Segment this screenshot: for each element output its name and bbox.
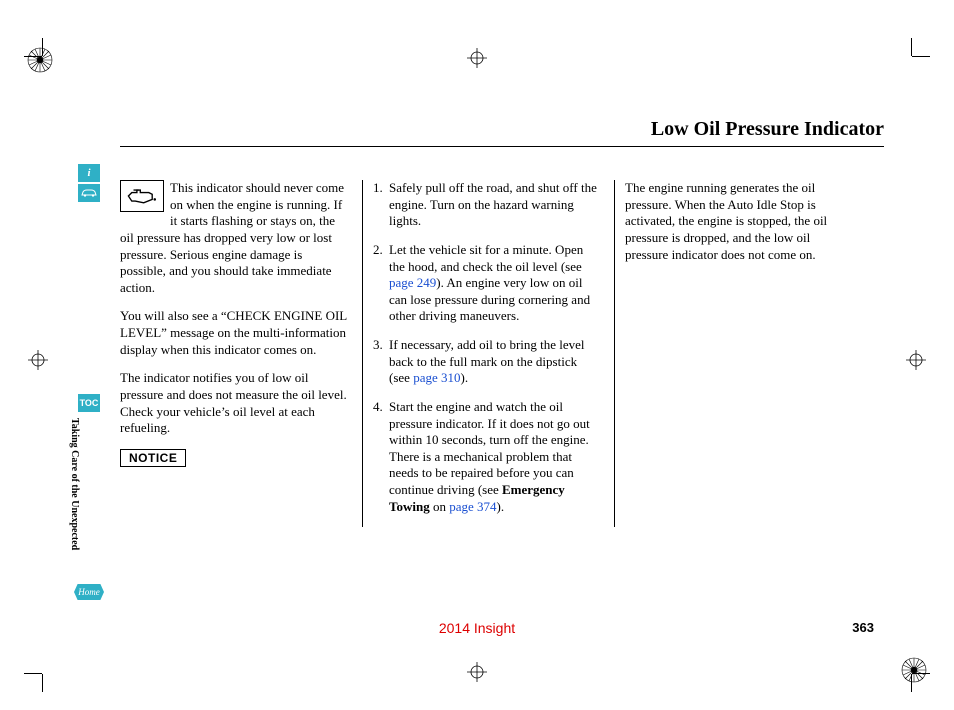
step-item: Let the vehicle sit for a minute. Open t… xyxy=(373,242,600,325)
step-text: Safely pull off the road, and shut off t… xyxy=(389,180,597,228)
body-text: The indicator notifies you of low oil pr… xyxy=(120,370,348,437)
step-item: If necessary, add oil to bring the level… xyxy=(373,337,600,387)
car-button[interactable] xyxy=(78,184,100,202)
oil-pressure-icon xyxy=(120,180,164,212)
step-item: Start the engine and watch the oil press… xyxy=(373,399,600,515)
toc-label: TOC xyxy=(80,398,99,408)
column-1: This indicator should never come on when… xyxy=(120,180,348,527)
crop-mark xyxy=(34,656,60,682)
page-link[interactable]: page 374 xyxy=(449,499,496,514)
registration-mark-icon xyxy=(28,350,48,370)
registration-mark-icon xyxy=(467,48,487,68)
body-text: You will also see a “CHECK ENGINE OIL LE… xyxy=(120,308,348,358)
registration-mark-icon xyxy=(906,350,926,370)
column-3: The engine running generates the oil pre… xyxy=(614,180,854,527)
page-number: 363 xyxy=(852,620,874,635)
step-text: ). xyxy=(497,499,505,514)
footer-model: 2014 Insight xyxy=(0,620,954,636)
home-button[interactable]: Home xyxy=(74,584,104,600)
crop-mark xyxy=(894,48,920,74)
step-text: on xyxy=(430,499,450,514)
info-icon: i xyxy=(87,167,90,179)
step-text: ). xyxy=(460,370,468,385)
page-header: Low Oil Pressure Indicator xyxy=(120,118,884,141)
page-title: Low Oil Pressure Indicator xyxy=(120,118,884,141)
info-button[interactable]: i xyxy=(78,164,100,182)
section-label: Taking Care of the Unexpected xyxy=(69,418,80,578)
header-rule xyxy=(120,146,884,147)
body-text: The engine running generates the oil pre… xyxy=(625,180,854,263)
rosette-icon xyxy=(26,46,54,74)
toc-button[interactable]: TOC xyxy=(78,394,100,412)
notice-label: NOTICE xyxy=(120,449,186,467)
page-link[interactable]: page 249 xyxy=(389,275,436,290)
car-icon xyxy=(81,188,97,198)
step-text: Let the vehicle sit for a minute. Open t… xyxy=(389,242,583,274)
step-item: Safely pull off the road, and shut off t… xyxy=(373,180,600,230)
rosette-icon xyxy=(900,656,928,684)
page-link[interactable]: page 310 xyxy=(413,370,460,385)
column-2: Safely pull off the road, and shut off t… xyxy=(362,180,600,527)
intro-paragraph: This indicator should never come on when… xyxy=(120,180,348,296)
home-label: Home xyxy=(78,587,100,597)
registration-mark-icon xyxy=(467,662,487,682)
